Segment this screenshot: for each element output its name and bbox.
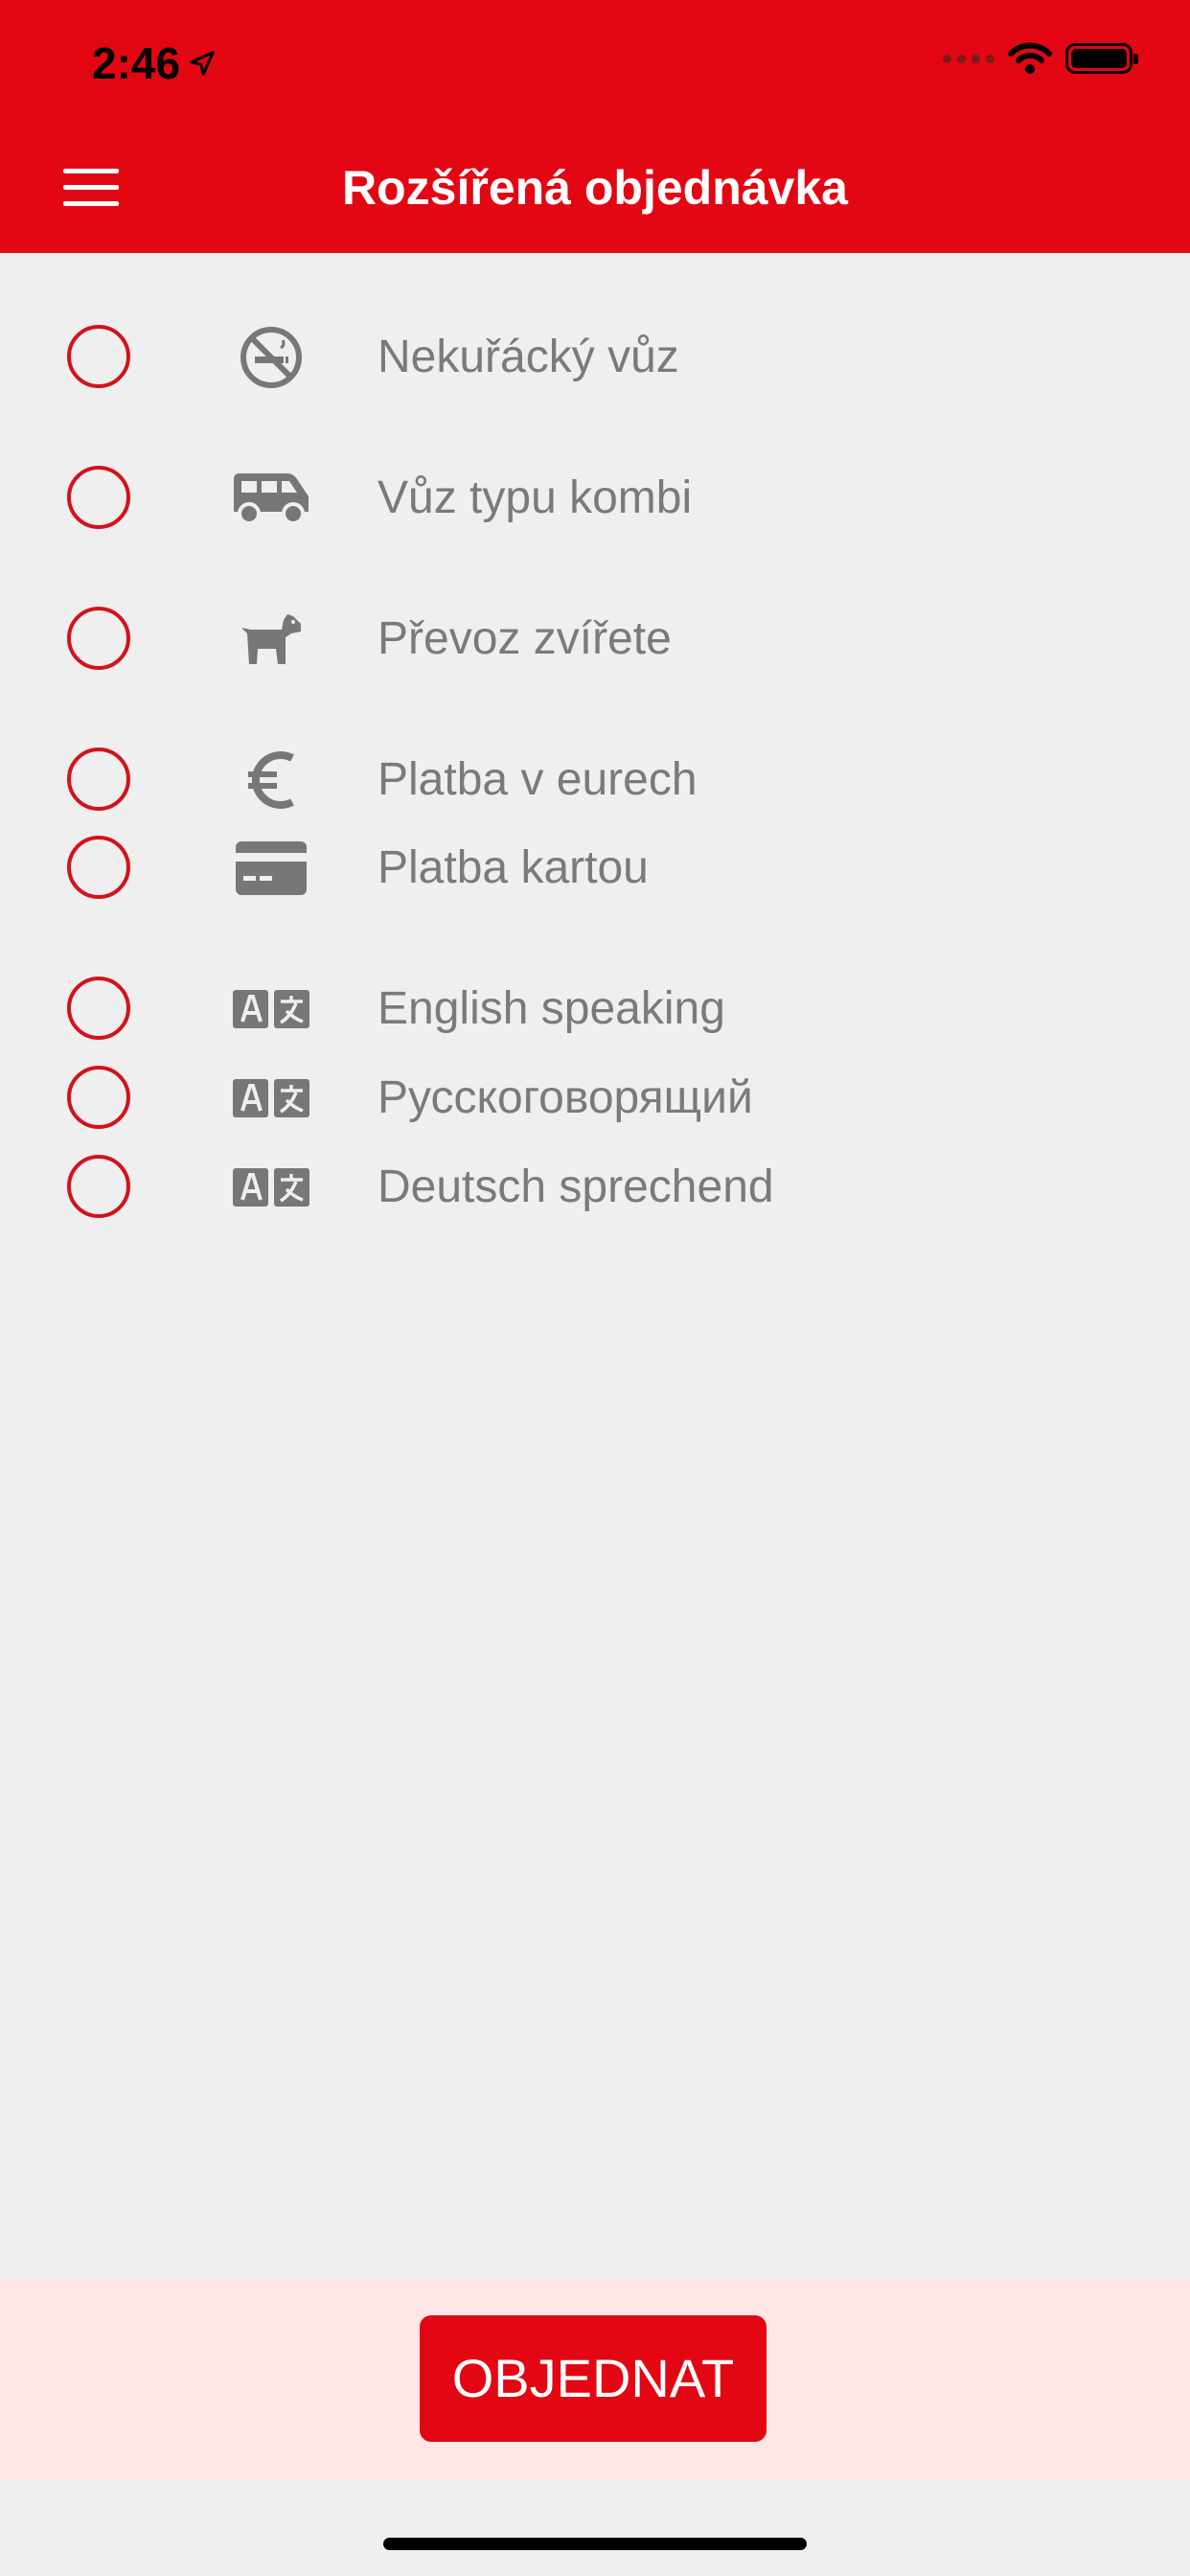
- option-english-speaking[interactable]: English speaking: [0, 965, 1190, 1053]
- radio-button[interactable]: [67, 1066, 130, 1129]
- euro-icon: [228, 742, 314, 818]
- dog-icon: [228, 601, 314, 678]
- option-label: Převoz zvířete: [378, 613, 672, 664]
- no-smoking-icon: [228, 319, 314, 396]
- option-label: Nekuřácký vůz: [378, 332, 679, 382]
- page-title: Rozšířená objednávka: [342, 161, 848, 215]
- translate-icon: [228, 971, 314, 1047]
- radio-button[interactable]: [67, 325, 130, 388]
- option-label: English speaking: [378, 983, 725, 1034]
- radio-button[interactable]: [67, 748, 130, 811]
- radio-button[interactable]: [67, 466, 130, 529]
- credit-card-icon: [228, 830, 314, 907]
- option-card-payment[interactable]: Platba kartou: [0, 824, 1190, 912]
- option-animal-transport[interactable]: Převoz zvířete: [0, 595, 1190, 683]
- radio-button[interactable]: [67, 836, 130, 899]
- cellular-signal-icon: [943, 54, 995, 63]
- radio-button[interactable]: [67, 1155, 130, 1218]
- status-time: 2:46: [92, 38, 217, 88]
- option-label: Platba v eurech: [378, 754, 698, 805]
- option-label: Deutsch sprechend: [378, 1162, 774, 1212]
- van-icon: [228, 460, 314, 537]
- option-label: Vůz typu kombi: [378, 472, 693, 523]
- radio-button[interactable]: [67, 977, 130, 1040]
- translate-icon: [228, 1149, 314, 1226]
- battery-icon: [1065, 43, 1138, 74]
- translate-icon: [228, 1060, 314, 1137]
- wifi-icon: [1008, 42, 1052, 74]
- home-indicator[interactable]: [383, 2538, 807, 2550]
- option-label: Русскоговорящий: [378, 1072, 753, 1123]
- option-estate-car[interactable]: Vůz typu kombi: [0, 454, 1190, 542]
- option-german-speaking[interactable]: Deutsch sprechend: [0, 1143, 1190, 1231]
- status-time-text: 2:46: [92, 38, 181, 88]
- location-arrow-icon: [190, 51, 215, 76]
- order-button[interactable]: OBJEDNAT: [420, 2315, 767, 2442]
- radio-button[interactable]: [67, 607, 130, 670]
- footer-bar: OBJEDNAT: [0, 2279, 1190, 2480]
- option-non-smoking[interactable]: Nekuřácký vůz: [0, 313, 1190, 402]
- option-label: Platba kartou: [378, 842, 649, 893]
- option-euro-payment[interactable]: Platba v eurech: [0, 736, 1190, 824]
- option-russian-speaking[interactable]: Русскоговорящий: [0, 1054, 1190, 1142]
- status-indicators: [943, 42, 1138, 75]
- app-header: 2:46 Rozšířená objednávka: [0, 0, 1190, 253]
